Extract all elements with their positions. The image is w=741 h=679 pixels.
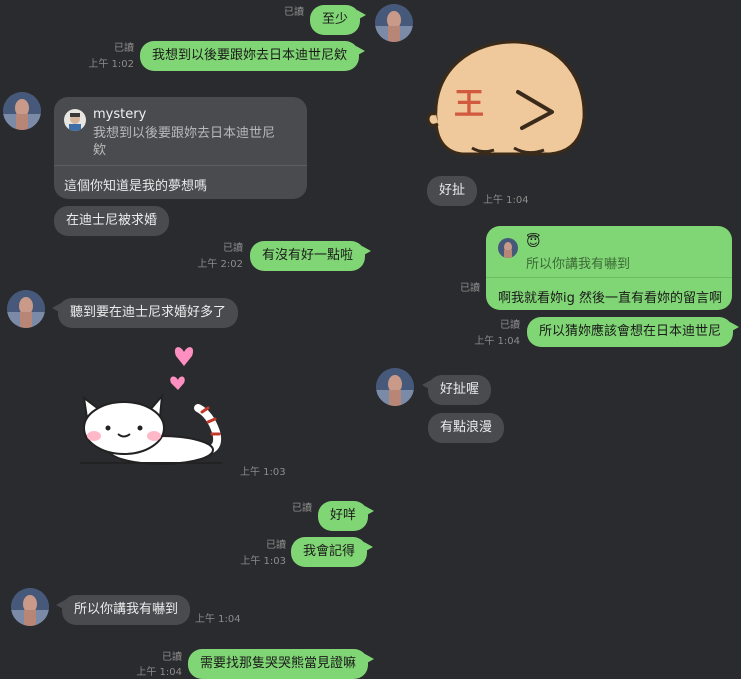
divider	[486, 277, 732, 278]
timestamp: 上午 1:03	[240, 556, 286, 567]
reply-message-bubble[interactable]: mystery 我想到以後要跟妳去日本迪世尼 欸 這個你知道是我的夢想嗎	[54, 97, 307, 199]
avatar[interactable]	[376, 368, 414, 406]
avatar-photo-icon	[376, 368, 414, 406]
timestamp: 上午 1:03	[240, 467, 286, 478]
avatar-photo-icon	[3, 92, 41, 130]
read-receipt: 已讀	[292, 503, 312, 514]
bear-glyph: 王	[454, 87, 484, 122]
timestamp: 上午 1:04	[474, 336, 520, 347]
message-bubble-incoming[interactable]: 好扯喔	[421, 375, 492, 405]
read-receipt: 已讀	[500, 320, 520, 331]
message-bubble-outgoing[interactable]: 我會記得	[291, 537, 374, 567]
timestamp: 上午 1:04	[483, 195, 529, 206]
avatar-photo-icon	[7, 290, 45, 328]
read-receipt: 已讀	[162, 652, 182, 663]
message-text: 啊我就看妳ig 然後一直有看妳的留言啊	[498, 291, 722, 306]
quote-avatar	[498, 238, 518, 258]
message-bubble-incoming[interactable]: 在迪士尼被求婚	[54, 206, 170, 236]
message-bubble-outgoing[interactable]: 需要找那隻哭哭熊當見證嘛	[188, 649, 375, 679]
message-bubble-outgoing[interactable]: 好咩	[318, 501, 375, 531]
avatar[interactable]	[375, 4, 413, 42]
message-bubble-incoming[interactable]: 聽到要在迪士尼求婚好多了	[51, 298, 239, 328]
read-receipt: 已讀	[266, 540, 286, 551]
message-bubble-outgoing[interactable]: 我想到以後要跟妳去日本迪世尼欸	[140, 41, 366, 71]
divider	[54, 165, 307, 166]
message-bubble-outgoing[interactable]: 有沒有好一點啦	[250, 241, 372, 271]
avatar-photo-icon	[375, 4, 413, 42]
avatar-photo-icon	[11, 588, 49, 626]
read-receipt: 已讀	[460, 283, 480, 294]
message-bubble-incoming[interactable]: 有點浪漫	[428, 413, 505, 443]
avatar-photo-icon	[498, 238, 518, 258]
timestamp: 上午 2:02	[197, 259, 243, 270]
read-receipt: 已讀	[223, 243, 243, 254]
quote-text: 所以你講我有嚇到	[526, 257, 631, 272]
message-bubble-incoming[interactable]: 所以你講我有嚇到	[55, 595, 191, 625]
quote-text: 我想到以後要跟妳去日本迪世尼	[93, 126, 276, 141]
message-text: 這個你知道是我的夢想嗎	[64, 179, 208, 194]
sticker-bear[interactable]: 王	[422, 30, 592, 160]
message-bubble-incoming[interactable]: 好扯	[427, 176, 478, 206]
timestamp: 上午 1:02	[88, 59, 134, 70]
avatar[interactable]	[7, 290, 45, 328]
read-receipt: 已讀	[284, 7, 304, 18]
quote-emoji: 😇	[526, 234, 541, 250]
bear-sticker-icon	[426, 40, 586, 156]
quote-text: 欸	[93, 143, 107, 158]
read-receipt: 已讀	[114, 43, 134, 54]
sticker-cat[interactable]	[76, 342, 226, 470]
avatar[interactable]	[3, 92, 41, 130]
timestamp: 上午 1:04	[136, 667, 182, 678]
avatar[interactable]	[11, 588, 49, 626]
message-bubble-outgoing[interactable]: 所以猜妳應該會想在日本迪世尼	[527, 317, 740, 347]
quote-author-name: mystery	[93, 107, 147, 122]
message-bubble-outgoing[interactable]: 至少	[310, 5, 367, 35]
timestamp: 上午 1:04	[195, 614, 241, 625]
reply-message-bubble[interactable]: 😇 所以你講我有嚇到 啊我就看妳ig 然後一直有看妳的留言啊	[486, 226, 732, 310]
cat-sticker-icon	[80, 347, 222, 465]
person-icon	[69, 113, 81, 131]
quote-avatar	[64, 109, 86, 131]
